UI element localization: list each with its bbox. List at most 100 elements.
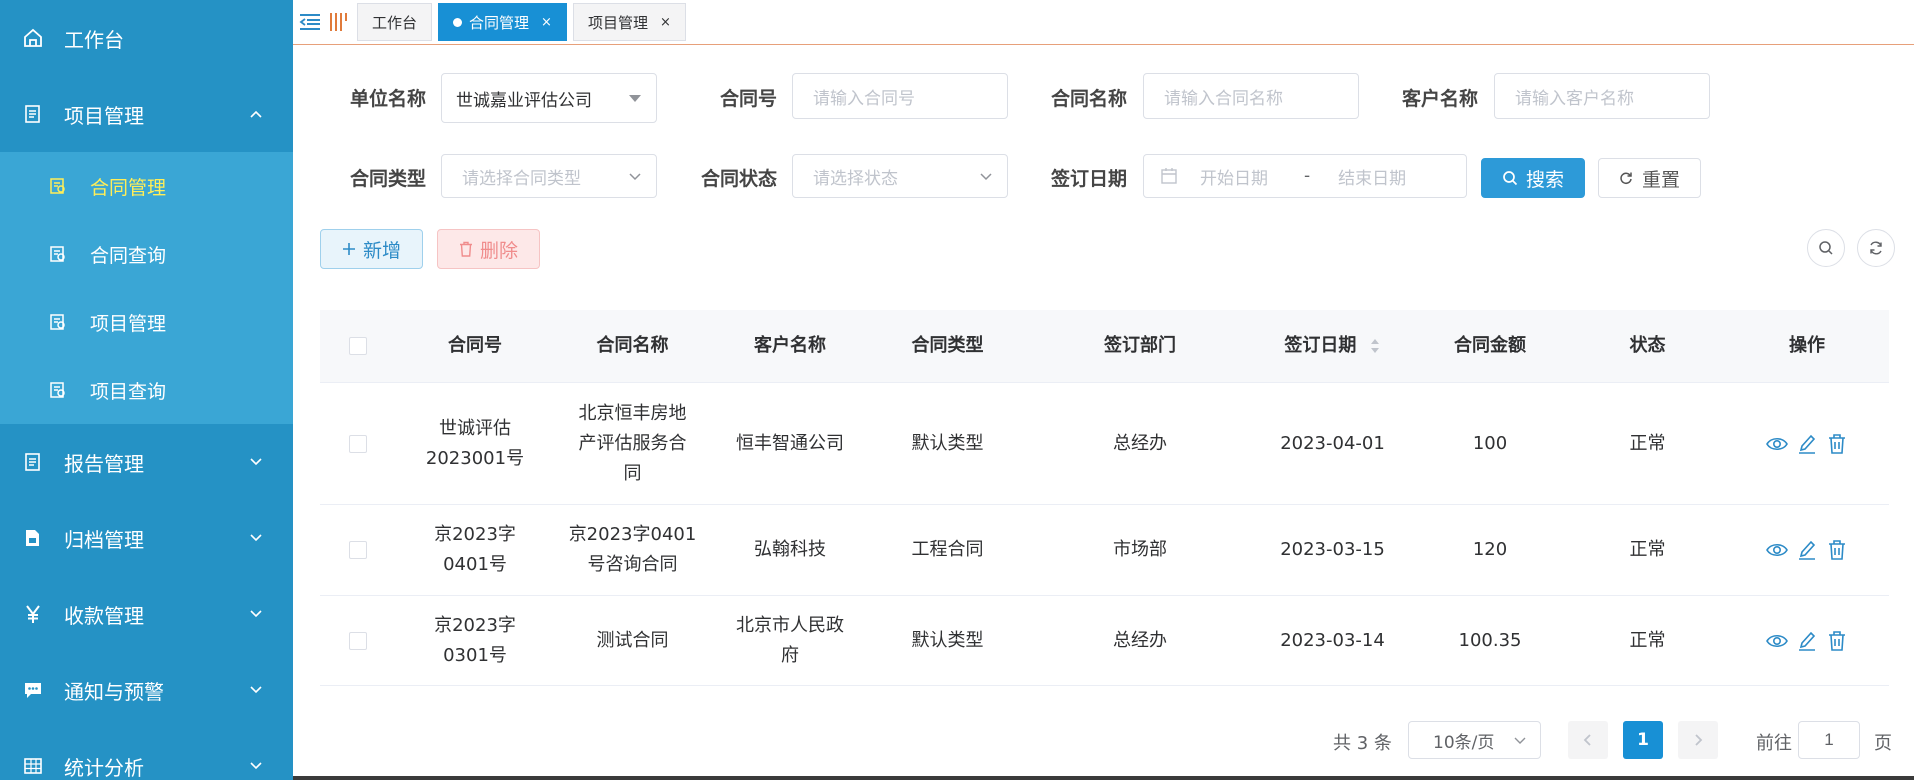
reset-button[interactable]: 重置 (1598, 158, 1701, 198)
contract-icon (48, 244, 68, 264)
search-icon (1819, 241, 1833, 255)
delete-icon[interactable] (1825, 432, 1849, 456)
delete-button[interactable]: 删除 (437, 229, 540, 269)
sidebar-item-contract-management[interactable]: 合同管理 (0, 152, 293, 220)
bottom-divider (293, 776, 1914, 780)
cell-date: 2023-03-14 (1280, 629, 1385, 651)
total-count: 共 3 条 (1333, 733, 1392, 754)
close-icon[interactable]: × (541, 15, 552, 30)
caret-down-icon (629, 95, 641, 102)
sidebar-item-project-sub-management[interactable]: 项目管理 (0, 288, 293, 356)
sidebar-item-notification-warning[interactable]: 通知与预警 (0, 652, 293, 728)
sort-icon[interactable] (1369, 336, 1381, 356)
end-date-placeholder[interactable]: 结束日期 (1338, 164, 1406, 189)
tab-contract-management[interactable]: 合同管理 × (438, 3, 567, 41)
cell-date: 2023-04-01 (1280, 432, 1385, 454)
edit-icon[interactable] (1795, 432, 1819, 456)
row-checkbox[interactable] (348, 434, 367, 453)
add-button[interactable]: 新增 (320, 229, 423, 269)
cell-type: 工程合同 (911, 539, 984, 560)
sidebar-item-workbench[interactable]: 工作台 (0, 0, 293, 76)
delete-icon[interactable] (1825, 629, 1849, 653)
sidebar-item-project-query[interactable]: 项目查询 (0, 356, 293, 424)
row-checkbox[interactable] (348, 541, 367, 559)
menu-collapse-icon[interactable] (297, 9, 323, 35)
sidebar-item-label: 通知与预警 (64, 679, 164, 704)
table-row: 京2023字0401号 京2023字0401号咨询合同 弘翰科技 工程合同 市场… (320, 505, 1889, 596)
sidebar-item-contract-query[interactable]: 合同查询 (0, 220, 293, 288)
page-button-current[interactable]: 1 (1623, 721, 1663, 759)
bars-icon[interactable] (325, 9, 351, 35)
customer-label: 客户名称 (1402, 88, 1479, 110)
active-dot (453, 17, 463, 27)
type-select[interactable]: 请选择合同类型 (441, 154, 657, 198)
sidebar-item-archive-management[interactable]: 归档管理 (0, 500, 293, 576)
column-header: 状态 (1629, 335, 1666, 356)
tab-project-management[interactable]: 项目管理 × (572, 3, 686, 41)
sidebar-item-label: 归档管理 (64, 527, 144, 552)
delete-icon[interactable] (1825, 538, 1849, 562)
cell-dept: 总经办 (1113, 629, 1167, 651)
view-icon[interactable] (1765, 538, 1789, 562)
row-checkbox[interactable] (348, 631, 367, 650)
select-all-checkbox[interactable] (348, 337, 367, 355)
view-icon[interactable] (1765, 629, 1789, 653)
cell-amount: 120 (1472, 539, 1508, 560)
sidebar-item-payment-management[interactable]: 收款管理 (0, 576, 293, 652)
next-page-button[interactable] (1678, 721, 1718, 759)
sidebar-item-project-management[interactable]: 项目管理 (0, 76, 293, 152)
refresh-icon (1870, 241, 1882, 255)
unit-select[interactable]: 世诚嘉业评估公司 (441, 73, 657, 123)
contract-no-label: 合同号 (720, 88, 778, 110)
cell-contract-name: 测试合同 (596, 629, 669, 651)
toggle-search-button[interactable] (1807, 229, 1845, 267)
sidebar-item-report-management[interactable]: 报告管理 (0, 424, 293, 500)
unit-label: 单位名称 (350, 88, 427, 110)
chevron-down-icon (629, 173, 641, 181)
status-select[interactable]: 请选择状态 (792, 154, 1008, 198)
search-label: 搜索 (1525, 168, 1564, 191)
cell-contract-name: 北京恒丰房地产评估服务合同 (578, 402, 687, 484)
grid-icon (22, 755, 44, 777)
close-icon[interactable]: × (660, 15, 671, 30)
cell-customer: 恒丰智通公司 (736, 432, 844, 454)
type-label: 合同类型 (350, 168, 427, 190)
goto-page-input[interactable] (1798, 721, 1860, 759)
add-label: 新增 (362, 239, 401, 262)
cell-customer: 北京市人民政府 (736, 614, 844, 666)
table-row: 京2023字0301号 测试合同 北京市人民政府 默认类型 总经办 2023-0… (320, 596, 1889, 686)
date-separator: - (1304, 166, 1311, 186)
sidebar-item-statistics[interactable]: 统计分析 (0, 728, 293, 780)
customer-placeholder: 请输入客户名称 (1515, 88, 1634, 109)
chevron-down-icon (250, 458, 262, 466)
contract-icon (48, 380, 68, 400)
search-button[interactable]: 搜索 (1481, 158, 1585, 198)
contract-table: 合同号 合同名称 客户名称 合同类型 签订部门 签订日期 合同金额 状态 操作 … (320, 310, 1889, 686)
start-date-placeholder[interactable]: 开始日期 (1200, 164, 1296, 189)
cell-dept: 市场部 (1113, 539, 1167, 560)
customer-input[interactable]: 请输入客户名称 (1494, 73, 1710, 119)
edit-icon[interactable] (1795, 538, 1819, 562)
date-range-picker[interactable]: 开始日期 - 结束日期 (1143, 154, 1467, 198)
column-header: 合同金额 (1454, 335, 1526, 356)
chevron-up-icon (250, 110, 262, 118)
contract-name-input[interactable]: 请输入合同名称 (1143, 73, 1359, 119)
prev-page-button[interactable] (1568, 721, 1608, 759)
tab-workbench[interactable]: 工作台 (357, 3, 433, 41)
sidebar-item-label: 收款管理 (64, 603, 144, 628)
edit-icon[interactable] (1795, 629, 1819, 653)
contract-no-input[interactable]: 请输入合同号 (792, 73, 1008, 119)
table-row: 世诚评估2023001号 北京恒丰房地产评估服务合同 恒丰智通公司 默认类型 总… (320, 383, 1889, 505)
column-header-sortable[interactable]: 签订日期 (1255, 331, 1410, 361)
app-root: 工作台 项目管理 合同管理 合同查询 项目管理 项目查询 报告管理 归档管理 收… (0, 0, 1914, 780)
page-size-select[interactable]: 10条/页 (1408, 721, 1541, 759)
sidebar-item-label: 报告管理 (64, 451, 144, 476)
sidebar: 工作台 项目管理 合同管理 合同查询 项目管理 项目查询 报告管理 归档管理 收… (0, 0, 293, 780)
refresh-button[interactable] (1857, 229, 1895, 267)
view-icon[interactable] (1765, 432, 1789, 456)
refresh-icon (1620, 172, 1632, 185)
sidebar-item-label: 项目管理 (90, 312, 167, 335)
sidebar-item-label: 工作台 (64, 27, 124, 52)
status-label: 合同状态 (701, 168, 778, 190)
sidebar-item-label: 合同查询 (90, 244, 167, 267)
